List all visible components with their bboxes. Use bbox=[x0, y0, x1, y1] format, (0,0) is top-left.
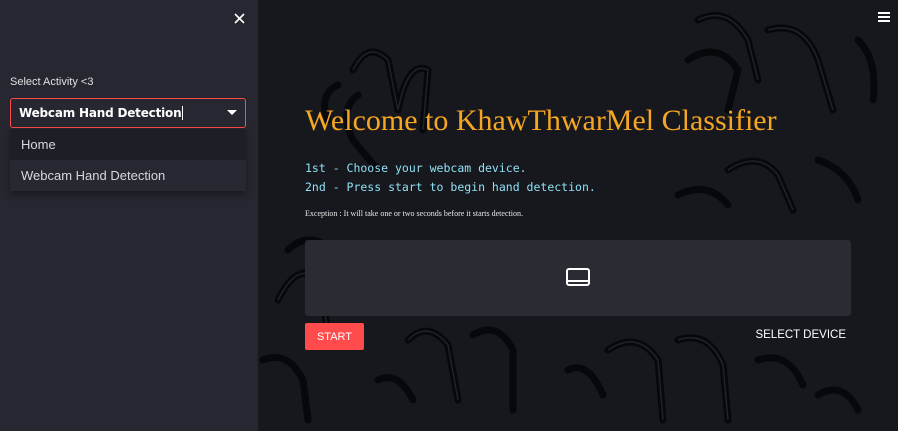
select-device-button[interactable]: SELECT DEVICE bbox=[755, 329, 846, 341]
hamburger-menu-icon-bar bbox=[878, 12, 890, 14]
sidebar: Select Activity <3 Webcam Hand Detection… bbox=[0, 0, 258, 431]
select-activity-label: Select Activity <3 bbox=[10, 76, 94, 88]
chevron-down-icon bbox=[227, 110, 237, 115]
hamburger-menu-button[interactable] bbox=[878, 12, 890, 22]
dropdown-option-home[interactable]: Home bbox=[10, 129, 246, 160]
instruction-step-1: 1st - Choose your webcam device. bbox=[305, 161, 527, 175]
page-title: Welcome to KhawThwarMel Classifier bbox=[305, 104, 777, 137]
hamburger-menu-icon-bar bbox=[878, 16, 890, 18]
activity-select-value: Webcam Hand Detection bbox=[19, 106, 182, 120]
close-sidebar-button[interactable] bbox=[229, 8, 249, 28]
start-button[interactable]: START bbox=[305, 323, 364, 350]
main-content: Welcome to KhawThwarMel Classifier 1st -… bbox=[258, 0, 898, 431]
close-icon bbox=[233, 12, 245, 24]
instruction-step-2: 2nd - Press start to begin hand detectio… bbox=[305, 180, 596, 194]
hamburger-menu-icon-bar bbox=[878, 20, 890, 22]
activity-dropdown-menu: Home Webcam Hand Detection bbox=[10, 129, 246, 191]
exception-note: Exception : It will take one or two seco… bbox=[305, 209, 523, 218]
activity-select[interactable]: Webcam Hand Detection bbox=[10, 98, 246, 128]
dropdown-option-webcam-hand-detection[interactable]: Webcam Hand Detection bbox=[10, 160, 246, 191]
webcam-video-area bbox=[305, 240, 851, 316]
monitor-icon bbox=[566, 268, 590, 286]
text-cursor bbox=[182, 106, 184, 120]
